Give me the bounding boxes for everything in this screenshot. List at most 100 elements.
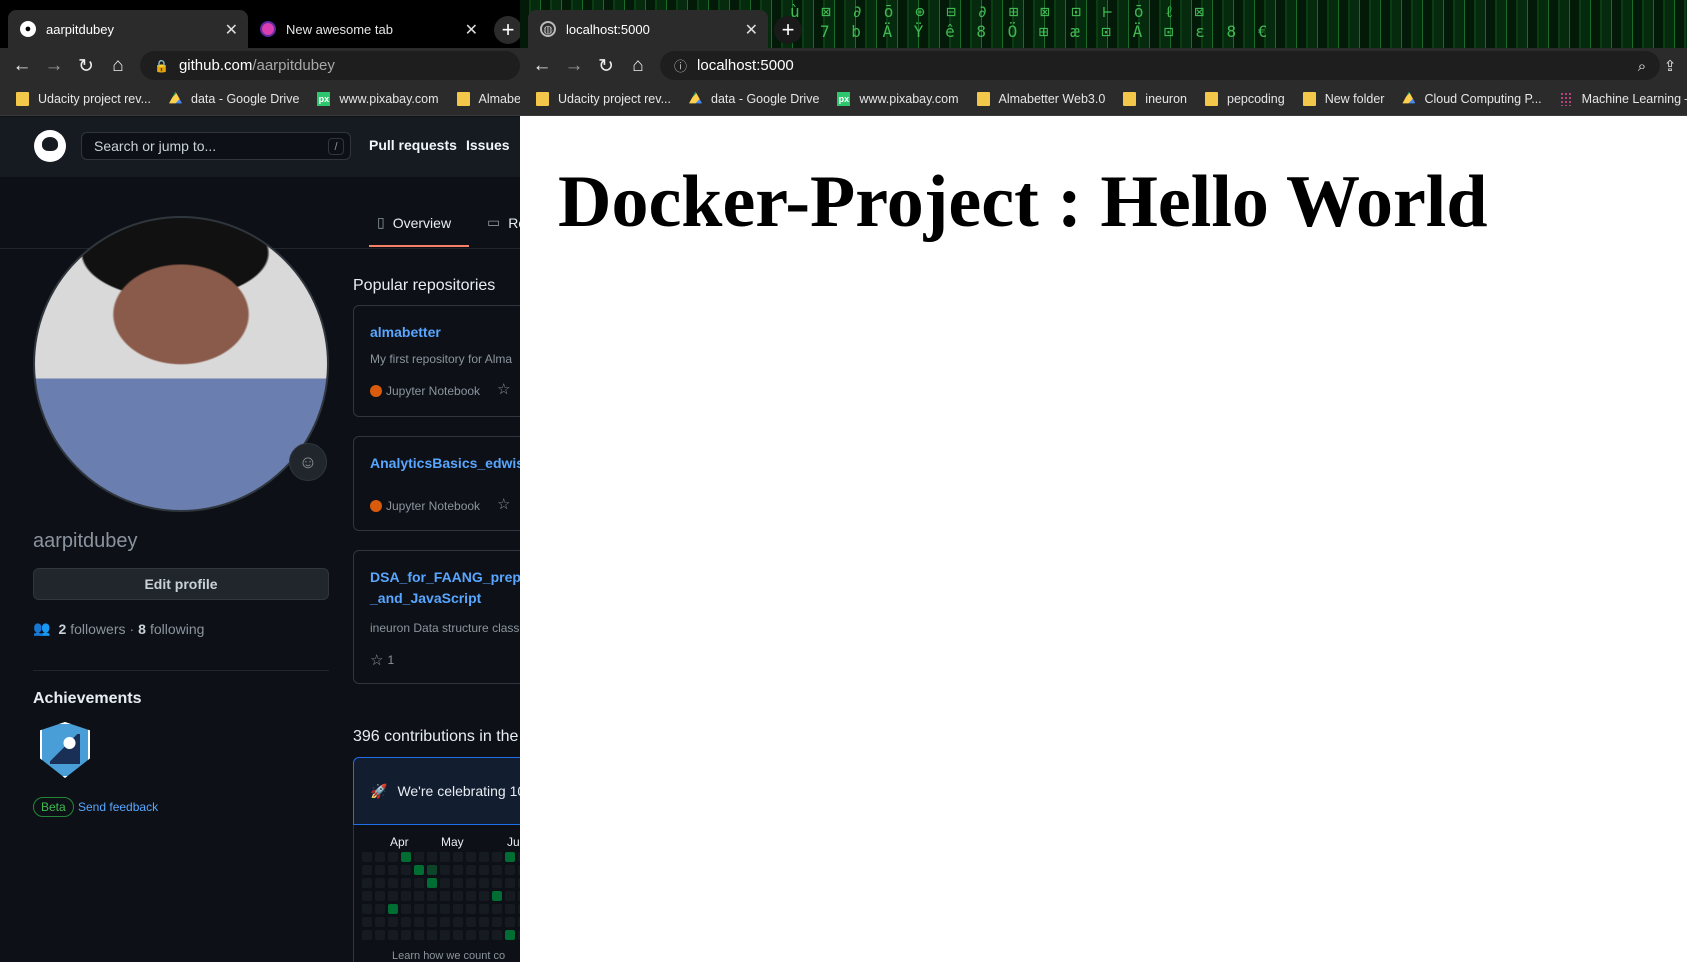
search-input[interactable]: Search or jump to... /: [81, 132, 351, 160]
contribution-cell[interactable]: [362, 891, 372, 901]
contribution-cell[interactable]: [492, 878, 502, 888]
contribution-cell[interactable]: [466, 891, 476, 901]
contribution-cell[interactable]: [414, 865, 424, 875]
contribution-cell[interactable]: [479, 904, 489, 914]
contribution-cell[interactable]: [414, 930, 424, 940]
contribution-cell[interactable]: [375, 917, 385, 927]
repo-stars[interactable]: ☆ 1: [370, 651, 394, 669]
contribution-cell[interactable]: [440, 917, 450, 927]
contribution-cell[interactable]: [375, 852, 385, 862]
avatar[interactable]: [33, 216, 329, 512]
followers-count[interactable]: 2: [58, 621, 66, 637]
contribution-cell[interactable]: [505, 865, 515, 875]
contribution-cell[interactable]: [388, 917, 398, 927]
bookmark-item[interactable]: Almabetter Web3.0: [976, 91, 1105, 106]
contribution-cell[interactable]: [453, 891, 463, 901]
nav-issues[interactable]: Issues: [466, 137, 510, 153]
contribution-cell[interactable]: [401, 904, 411, 914]
contribution-cell[interactable]: [505, 878, 515, 888]
back-arrow-icon[interactable]: ←: [530, 54, 554, 78]
bookmark-item[interactable]: Cloud Computing P...: [1402, 91, 1542, 106]
contribution-cell[interactable]: [466, 930, 476, 940]
contribution-cell[interactable]: [466, 852, 476, 862]
nav-pull-requests[interactable]: Pull requests: [369, 137, 457, 153]
reload-icon[interactable]: ↻: [74, 54, 98, 78]
contribution-cell[interactable]: [453, 878, 463, 888]
contribution-cell[interactable]: [362, 930, 372, 940]
contribution-cell[interactable]: [401, 917, 411, 927]
contribution-cell[interactable]: [427, 917, 437, 927]
tab-repositories[interactable]: ▭ Re: [487, 214, 520, 231]
contribution-cell[interactable]: [479, 878, 489, 888]
repo-name-link[interactable]: AnalyticsBasics_edwisor: [370, 455, 520, 471]
learn-link[interactable]: Learn how we count co: [392, 950, 505, 962]
contribution-cell[interactable]: [466, 904, 476, 914]
contribution-cell[interactable]: [375, 930, 385, 940]
close-icon[interactable]: ✕: [225, 20, 238, 40]
contribution-cell[interactable]: [427, 865, 437, 875]
close-icon[interactable]: ✕: [745, 20, 758, 40]
contribution-cell[interactable]: [401, 891, 411, 901]
contribution-cell[interactable]: [388, 865, 398, 875]
contribution-cell[interactable]: [453, 917, 463, 927]
close-icon[interactable]: ✕: [465, 20, 478, 40]
contribution-cell[interactable]: [427, 904, 437, 914]
smiley-icon[interactable]: ☺: [289, 443, 327, 481]
contribution-cell[interactable]: [505, 891, 515, 901]
contribution-cell[interactable]: [440, 865, 450, 875]
bookmark-item[interactable]: data - Google Drive: [689, 91, 819, 106]
contribution-cell[interactable]: [375, 865, 385, 875]
contribution-cell[interactable]: [388, 904, 398, 914]
contribution-cell[interactable]: [492, 891, 502, 901]
contribution-cell[interactable]: [479, 891, 489, 901]
contribution-cell[interactable]: [414, 852, 424, 862]
contribution-cell[interactable]: [453, 904, 463, 914]
new-tab-button[interactable]: +: [494, 16, 520, 44]
bookmark-item[interactable]: px www.pixabay.com: [837, 91, 959, 106]
contribution-cell[interactable]: [427, 852, 437, 862]
address-bar[interactable]: ⓘ localhost:5000: [660, 51, 1660, 80]
tab-github-profile[interactable]: ● aarpitdubey ✕: [8, 10, 248, 48]
contribution-cell[interactable]: [479, 865, 489, 875]
share-icon[interactable]: ⇪: [1658, 54, 1682, 78]
contribution-cell[interactable]: [427, 930, 437, 940]
home-icon[interactable]: ⌂: [626, 54, 650, 78]
contribution-cell[interactable]: [388, 930, 398, 940]
tab-overview[interactable]: ▯ Overview: [377, 214, 451, 231]
contribution-cell[interactable]: [414, 891, 424, 901]
contribution-cell[interactable]: [453, 852, 463, 862]
contribution-cell[interactable]: [427, 878, 437, 888]
edit-profile-button[interactable]: Edit profile: [33, 568, 329, 600]
contribution-cell[interactable]: [479, 930, 489, 940]
repo-name-link[interactable]: DSA_for_FAANG_prepar: [370, 569, 520, 585]
contribution-cell[interactable]: [401, 865, 411, 875]
contribution-cell[interactable]: [414, 878, 424, 888]
star-icon[interactable]: ☆: [497, 495, 510, 513]
contribution-cell[interactable]: [505, 930, 515, 940]
followers-label[interactable]: followers: [70, 621, 125, 637]
forward-arrow-icon[interactable]: →: [42, 54, 66, 78]
contribution-cell[interactable]: [362, 852, 372, 862]
bookmark-item[interactable]: data - Google Drive: [169, 91, 299, 106]
bookmark-item[interactable]: New folder: [1302, 91, 1384, 106]
contribution-cell[interactable]: [492, 852, 502, 862]
tab-localhost[interactable]: ◍ localhost:5000 ✕: [528, 10, 768, 48]
new-tab-button[interactable]: +: [774, 16, 802, 44]
bookmark-item[interactable]: Udacity project rev...: [16, 91, 151, 106]
contribution-cell[interactable]: [466, 865, 476, 875]
contribution-cell[interactable]: [401, 930, 411, 940]
contribution-cell[interactable]: [492, 917, 502, 927]
star-icon[interactable]: ☆: [497, 380, 510, 398]
repo-name-link-line2[interactable]: _and_JavaScript: [370, 590, 481, 606]
contribution-cell[interactable]: [375, 904, 385, 914]
contribution-cell[interactable]: [466, 878, 476, 888]
contribution-cell[interactable]: [492, 930, 502, 940]
contribution-cell[interactable]: [466, 917, 476, 927]
tab-new-awesome[interactable]: New awesome tab ✕: [248, 10, 488, 48]
contribution-cell[interactable]: [492, 865, 502, 875]
contribution-cell[interactable]: [362, 917, 372, 927]
contribution-cell[interactable]: [401, 878, 411, 888]
contribution-cell[interactable]: [453, 930, 463, 940]
contribution-cell[interactable]: [362, 878, 372, 888]
contribution-cell[interactable]: [362, 865, 372, 875]
